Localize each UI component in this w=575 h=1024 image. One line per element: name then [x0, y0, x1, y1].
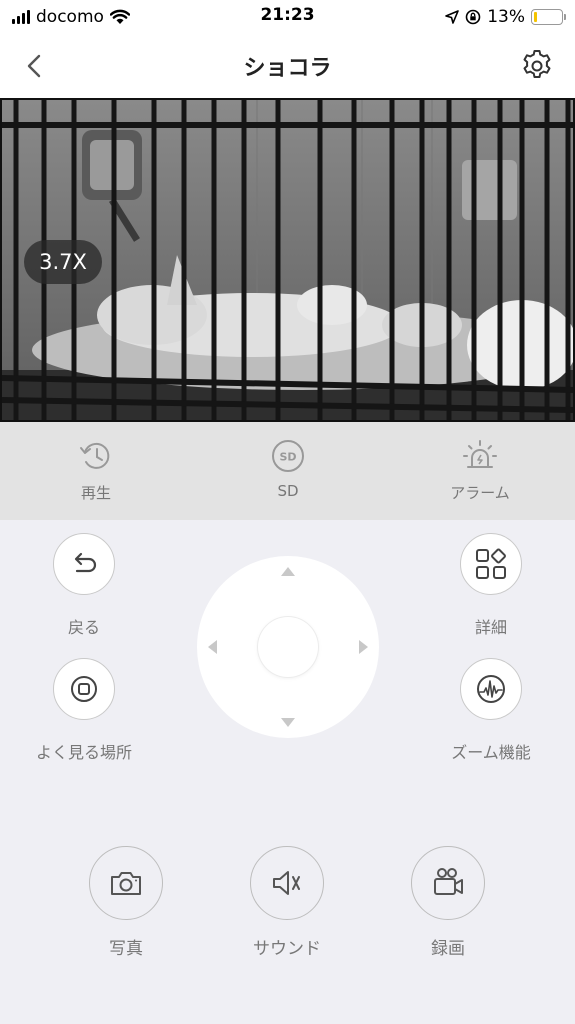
battery-percent: 13% — [487, 7, 525, 27]
record-label: 録画 — [431, 939, 465, 959]
details-label: 詳細 — [474, 618, 507, 637]
speaker-muted-icon — [273, 871, 300, 895]
rotation-lock-icon — [465, 9, 481, 25]
video-camera-icon — [434, 868, 463, 895]
apps-grid-icon — [476, 548, 506, 579]
zoom-level-badge: 3.7X — [24, 240, 102, 284]
sd-button[interactable]: SD SD — [218, 436, 358, 500]
alarm-label: アラーム — [450, 484, 510, 502]
target-square-icon — [71, 676, 97, 702]
page-title: ショコラ — [243, 56, 332, 81]
back-button[interactable] — [53, 533, 115, 595]
sd-card-icon: SD — [272, 440, 304, 472]
waveform-icon — [477, 675, 505, 703]
camera-video-feed[interactable]: 3.7X — [0, 98, 575, 422]
pan-up-arrow[interactable] — [281, 567, 295, 576]
history-icon — [80, 442, 110, 469]
ptz-joystick[interactable] — [197, 556, 379, 738]
favorites-label: よく見る場所 — [35, 743, 132, 762]
svg-text:SD: SD — [279, 451, 296, 464]
camera-icon — [111, 872, 141, 895]
sd-label: SD — [277, 482, 299, 500]
zoom-label: ズーム機能 — [451, 743, 531, 762]
battery-icon — [531, 9, 566, 25]
details-button[interactable] — [460, 533, 522, 595]
navigation-bar: ショコラ — [0, 34, 575, 98]
favorites-button[interactable] — [53, 658, 115, 720]
back-label: 戻る — [67, 618, 100, 637]
playback-label: 再生 — [80, 484, 111, 502]
pan-down-arrow[interactable] — [281, 718, 295, 727]
gear-icon[interactable] — [517, 46, 557, 86]
pan-right-arrow[interactable] — [359, 640, 368, 654]
status-right: 13% — [445, 6, 566, 28]
pan-left-arrow[interactable] — [208, 640, 217, 654]
sound-button[interactable] — [250, 846, 324, 920]
record-button[interactable] — [411, 846, 485, 920]
undo-arrow-icon — [74, 552, 97, 573]
photo-label: 写真 — [109, 939, 143, 959]
location-arrow-icon — [445, 10, 460, 24]
status-bar: docomo 21:23 13% — [0, 0, 575, 34]
alarm-button[interactable]: アラーム — [410, 436, 550, 503]
joystick-center[interactable] — [258, 617, 318, 677]
zoom-button[interactable] — [460, 658, 522, 720]
photo-button[interactable] — [89, 846, 163, 920]
playback-button[interactable]: 再生 — [26, 436, 166, 503]
function-bar: 再生 SD SD アラーム — [0, 422, 575, 520]
alarm-siren-icon — [463, 440, 497, 468]
sound-label: サウンド — [253, 939, 321, 959]
